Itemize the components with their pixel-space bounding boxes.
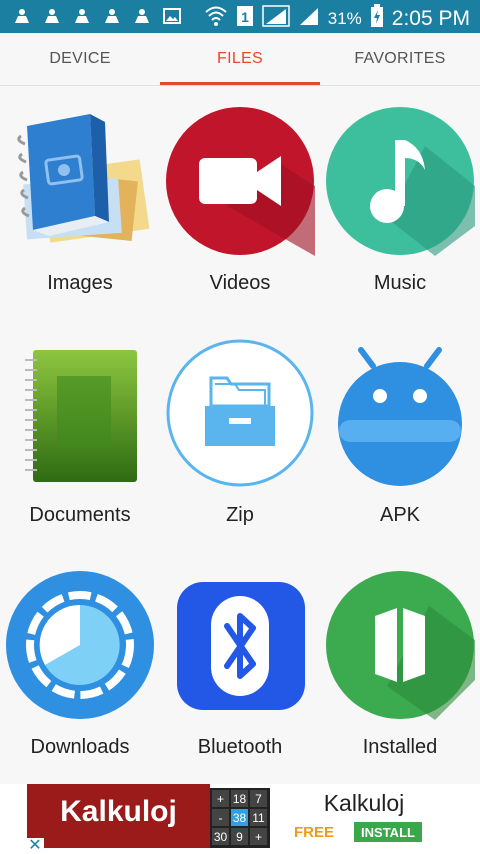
android-icon xyxy=(325,338,475,488)
category-downloads[interactable]: Downloads xyxy=(0,550,160,782)
pie-chart-icon xyxy=(5,570,155,720)
category-label: Bluetooth xyxy=(197,736,283,758)
installed-icon xyxy=(325,570,475,720)
calc-key: 30 xyxy=(214,830,228,844)
category-documents[interactable]: Documents xyxy=(0,318,160,550)
ad-info: Kalkuloj FREE INSTALL xyxy=(274,784,454,848)
calc-key: - xyxy=(219,811,223,825)
signal-icon xyxy=(262,5,290,32)
ad-close-icon[interactable]: ✕ xyxy=(26,838,44,854)
sim-1-icon: 1 xyxy=(236,5,254,32)
notification-person-icon xyxy=(72,6,92,26)
image-icon xyxy=(162,6,182,26)
calc-key: + xyxy=(255,830,262,844)
category-music[interactable]: Music xyxy=(320,86,480,318)
tab-favorites[interactable]: FAVORITES xyxy=(320,33,480,85)
status-bar: 1 31% 2:05 PM xyxy=(0,0,480,33)
battery-percent: 31% xyxy=(327,8,362,28)
bluetooth-icon xyxy=(165,570,315,720)
tab-device[interactable]: DEVICE xyxy=(0,33,160,85)
calc-key: 11 xyxy=(252,811,265,825)
clock: 2:05 PM xyxy=(391,6,470,30)
video-camera-icon xyxy=(165,106,315,256)
music-note-icon xyxy=(325,106,475,256)
notification-person-icon xyxy=(12,6,32,26)
notification-person-icon xyxy=(102,6,122,26)
wifi-icon xyxy=(204,5,228,32)
active-tab-indicator xyxy=(160,82,320,85)
archive-box-icon xyxy=(165,338,315,488)
category-apk[interactable]: APK xyxy=(320,318,480,550)
notification-person-icon xyxy=(132,6,152,26)
notification-person-icon xyxy=(42,6,62,26)
battery-charging-icon xyxy=(370,4,384,33)
calculator-icon: + 18 7 - 38 11 30 9 + xyxy=(210,788,270,848)
calc-key: 38 xyxy=(233,811,247,825)
notification-icons xyxy=(12,6,182,26)
calc-key: 18 xyxy=(233,792,247,806)
status-icons: 1 31% 2:05 PM xyxy=(204,4,470,33)
category-label: Documents xyxy=(29,504,131,526)
category-images[interactable]: Images xyxy=(0,86,160,318)
tab-bar: DEVICE FILES FAVORITES xyxy=(0,33,480,86)
category-videos[interactable]: Videos xyxy=(160,86,320,318)
ad-banner-text: Kalkuloj xyxy=(27,784,210,848)
category-label: Installed xyxy=(362,736,438,758)
category-grid: Images Videos Music Documents Zip APK Do… xyxy=(0,86,480,784)
notebook-icon xyxy=(5,338,155,488)
category-label: Music xyxy=(373,272,427,294)
category-label: Videos xyxy=(209,272,271,294)
category-label: Images xyxy=(47,272,113,294)
calc-key: 9 xyxy=(236,830,243,844)
category-label: Zip xyxy=(226,504,254,526)
ad-banner[interactable]: Kalkuloj + 18 7 - 38 11 30 9 + Kalkuloj … xyxy=(0,784,480,854)
category-bluetooth[interactable]: Bluetooth xyxy=(160,550,320,782)
images-book-icon xyxy=(5,106,155,256)
category-label: Downloads xyxy=(30,736,130,758)
category-label: APK xyxy=(379,504,421,526)
ad-app-title: Kalkuloj xyxy=(323,790,405,816)
calc-key: + xyxy=(217,792,224,806)
calc-key: 7 xyxy=(255,792,262,806)
signal-icon xyxy=(298,5,320,32)
svg-text:1: 1 xyxy=(241,9,249,25)
category-zip[interactable]: Zip xyxy=(160,318,320,550)
ad-install-button[interactable]: INSTALL xyxy=(354,822,422,842)
tab-files[interactable]: FILES xyxy=(160,33,320,85)
ad-free-label: FREE xyxy=(294,824,335,841)
category-installed[interactable]: Installed xyxy=(320,550,480,782)
